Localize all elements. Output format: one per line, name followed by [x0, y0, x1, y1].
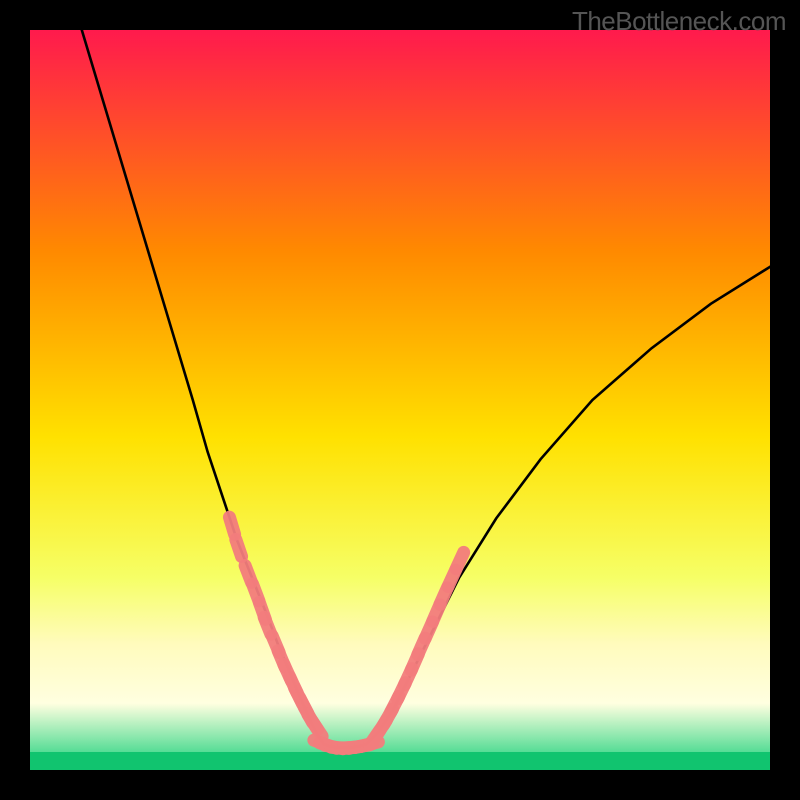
chart-svg — [30, 30, 770, 770]
chart-container: TheBottleneck.com — [0, 0, 800, 800]
marker-dots-left — [236, 539, 242, 556]
marker-dots-right — [456, 552, 464, 568]
green-baseline-band — [30, 752, 770, 770]
watermark-text: TheBottleneck.com — [572, 6, 786, 37]
plot-area — [30, 30, 770, 770]
marker-dots-left — [229, 517, 234, 534]
gradient-background — [30, 30, 770, 770]
